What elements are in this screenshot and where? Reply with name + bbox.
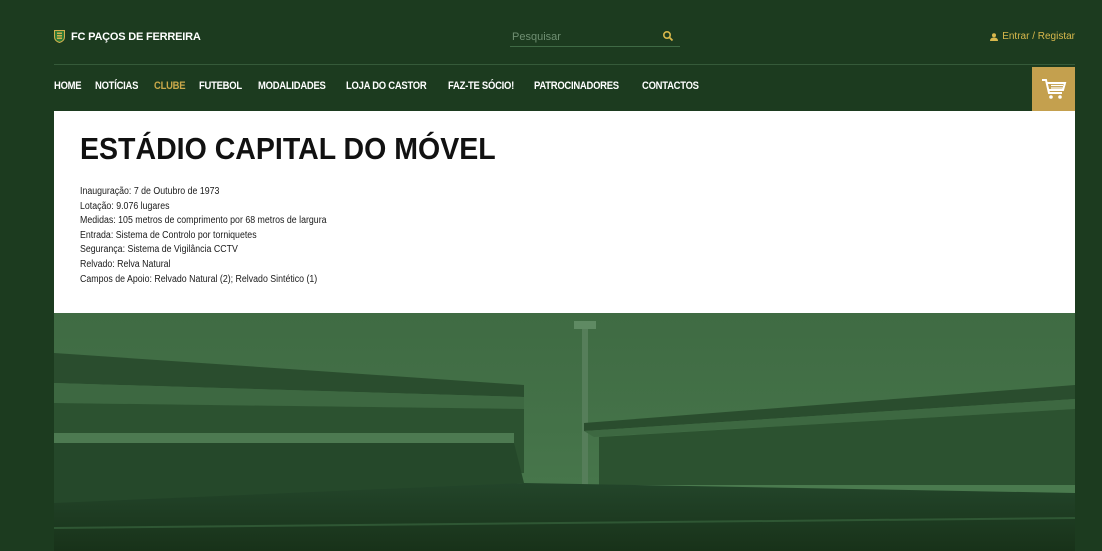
shopping-cart-icon: [1041, 79, 1066, 99]
login-label: Entrar / Registar: [1002, 31, 1075, 42]
user-icon: [990, 32, 999, 41]
nav-contactos[interactable]: CONTACTOS: [642, 80, 699, 100]
nav-clube[interactable]: CLUBE: [154, 80, 186, 100]
fact-campos-de-apoio: Campos de Apoio: Relvado Natural (2); Re…: [80, 273, 318, 285]
page-title: ESTÁDIO CAPITAL DO MÓVEL: [80, 131, 496, 166]
stadium-info-panel: ESTÁDIO CAPITAL DO MÓVEL Inauguração: 7 …: [54, 111, 1075, 313]
nav-futebol[interactable]: FUTEBOL: [199, 80, 242, 100]
search-icon[interactable]: [662, 30, 674, 42]
brand-link[interactable]: FC PAÇOS DE FERREIRA: [54, 30, 201, 43]
fact-medidas: Medidas: 105 metros de comprimento por 6…: [80, 215, 327, 227]
club-crest-icon: [54, 30, 65, 43]
main-nav: HOME NOTÍCIAS CLUBE FUTEBOL MODALIDADES …: [54, 80, 717, 100]
nav-patrocinadores[interactable]: PATROCINADORES: [534, 80, 619, 100]
fact-lotacao: Lotação: 9.076 lugares: [80, 200, 170, 212]
search-input[interactable]: [510, 28, 660, 46]
fact-entrada: Entrada: Sistema de Controlo por torniqu…: [80, 229, 257, 241]
nav-faz-te-socio[interactable]: FAZ-TE SÓCIO!: [448, 80, 514, 100]
cart-button[interactable]: [1032, 67, 1075, 111]
nav-modalidades[interactable]: MODALIDADES: [258, 80, 326, 100]
header-divider: [54, 64, 1075, 65]
nav-noticias[interactable]: NOTÍCIAS: [95, 80, 138, 100]
nav-loja-do-castor[interactable]: LOJA DO CASTOR: [346, 80, 427, 100]
top-bar: FC PAÇOS DE FERREIRA Entrar / Registar: [0, 0, 1102, 64]
brand-name: FC PAÇOS DE FERREIRA: [71, 30, 201, 43]
fact-inauguracao: Inauguração: 7 de Outubro de 1973: [80, 186, 220, 197]
stadium-facts-list: Inauguração: 7 de Outubro de 1973 Lotaçã…: [80, 185, 360, 287]
nav-home[interactable]: HOME: [54, 80, 82, 100]
search-box: [510, 27, 680, 47]
fact-relvado: Relvado: Relva Natural: [80, 258, 171, 270]
login-link[interactable]: Entrar / Registar: [990, 31, 1075, 42]
fact-seguranca: Segurança: Sistema de Vigilância CCTV: [80, 244, 238, 256]
stadium-image: [54, 313, 1075, 551]
